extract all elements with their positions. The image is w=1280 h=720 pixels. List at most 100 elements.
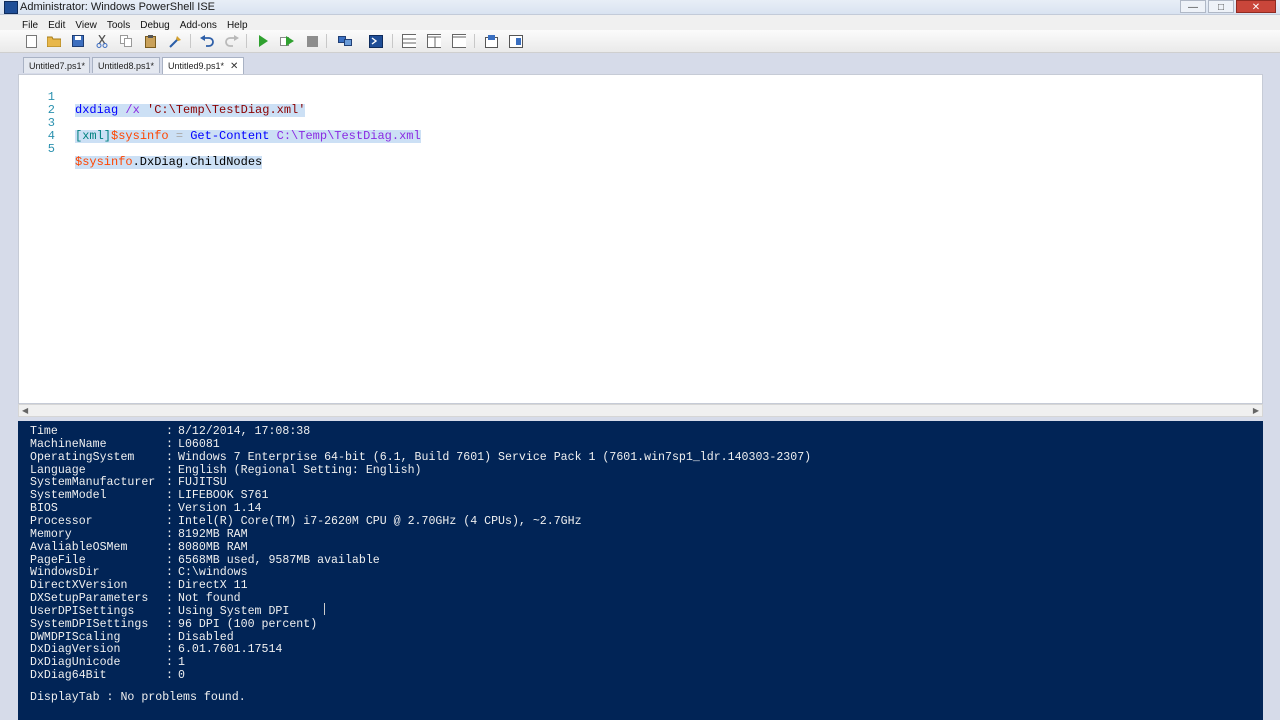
save-icon[interactable] (71, 34, 85, 48)
maximize-button[interactable]: □ (1208, 0, 1234, 13)
console-separator: : (166, 437, 173, 451)
console-key: OperatingSystem (30, 450, 135, 464)
console-output-row: PageFile:6568MB used, 9587MB available (30, 554, 380, 567)
console-key: Language (30, 463, 86, 477)
pane-top-icon[interactable] (402, 34, 416, 48)
code-text: dxdiag /x 'C:\Temp\TestDiag.xml' (75, 103, 306, 117)
console-value: Disabled (178, 630, 234, 644)
console-output-row: AvaliableOSMem:8080MB RAM (30, 541, 248, 554)
console-output-row: DxDiagVersion:6.01.7601.17514 (30, 643, 282, 656)
console-separator: : (166, 604, 173, 618)
code-text: $sysinfo.DxDiag.ChildNodes (75, 155, 263, 169)
console-key: BIOS (30, 502, 58, 516)
console-output-row: DxDiagUnicode:1 (30, 656, 185, 669)
code-token: C:\Temp\TestDiag.xml (269, 129, 421, 143)
tab-label: Untitled7.ps1* (29, 61, 86, 71)
code-token: /x (118, 103, 148, 117)
console-value: Using System DPI (178, 604, 290, 618)
tab-label: Untitled9.ps1* (168, 61, 225, 71)
console-value: 6.01.7601.17514 (178, 643, 283, 657)
code-line-2: 2 (19, 91, 55, 117)
console-separator: : (166, 669, 173, 683)
console-separator: : (166, 656, 173, 670)
console-key: DirectXVersion (30, 579, 128, 593)
console-output-row: DWMDPIScaling: Disabled (30, 631, 234, 644)
code-token: $sysinfo (111, 129, 169, 143)
console-output-row: BIOS: Version 1.14 (30, 502, 262, 515)
tab-untitled7[interactable]: Untitled7.ps1* (23, 57, 90, 73)
code-text: [xml]$sysinfo = Get-Content C:\Temp\Test… (75, 130, 421, 143)
console-separator: : (166, 617, 173, 631)
console-key: DxDiag64Bit (30, 669, 107, 683)
console-key: MachineName (30, 437, 107, 451)
script-editor[interactable]: 1 dxdiag /x 'C:\Temp\TestDiag.xml' 2 3 [… (18, 74, 1263, 404)
paste-icon[interactable] (144, 34, 158, 48)
undo-icon[interactable] (200, 34, 214, 48)
snippets-icon[interactable] (484, 34, 498, 48)
console-separator: : (166, 476, 173, 490)
console-value: 6568MB used, 9587MB available (178, 553, 380, 567)
code-line-4: 4 (19, 117, 55, 143)
code-token: [xml] (75, 129, 112, 143)
console-key: UserDPISettings (30, 604, 135, 618)
copy-icon[interactable] (119, 34, 133, 48)
minimize-button[interactable]: — (1180, 0, 1206, 13)
commands-icon[interactable] (509, 34, 523, 48)
console-value: 8080MB RAM (178, 540, 248, 554)
new-icon[interactable] (24, 34, 38, 48)
console-separator: : (166, 540, 173, 554)
console-value: C:\windows (178, 566, 248, 580)
title-bar: Administrator: Windows PowerShell ISE — … (0, 0, 1280, 15)
console-output-row: WindowsDir: C:\windows (30, 566, 248, 579)
cut-icon[interactable] (95, 34, 109, 48)
console-key: AvaliableOSMem (30, 540, 128, 554)
pane-max-icon[interactable] (452, 34, 466, 48)
console-separator: : (166, 489, 173, 503)
console-key: SystemDPISettings (30, 617, 149, 631)
close-button[interactable]: ✕ (1236, 0, 1276, 13)
scroll-left-icon[interactable]: ◀ (22, 405, 28, 417)
tab-close-icon[interactable]: ✕ (230, 61, 238, 72)
console-value: Intel(R) Core(TM) i7-2620M CPU @ 2.70GHz… (178, 514, 582, 528)
console-key: SystemManufacturer (30, 476, 156, 490)
console-value: Windows 7 Enterprise 64-bit (6.1, Build … (178, 450, 812, 464)
console-value: LIFEBOOK S761 (178, 489, 269, 503)
console-output-row: SystemDPISettings:96 DPI (100 percent) (30, 618, 317, 631)
console-key: PageFile (30, 553, 86, 567)
tab-untitled9[interactable]: Untitled9.ps1* ✕ (162, 57, 244, 74)
console-output-row: SystemManufacturer: FUJITSU (30, 476, 227, 489)
console-value: DirectX 11 (178, 579, 248, 593)
code-line-1: 1 dxdiag /x 'C:\Temp\TestDiag.xml' (19, 78, 306, 117)
console-separator: : (166, 450, 173, 464)
console-value: English (Regional Setting: English) (178, 463, 422, 477)
code-token: Get-Content (190, 129, 270, 143)
redo-icon[interactable] (225, 34, 239, 48)
mouse-cursor (324, 603, 329, 615)
console-output-row: Language: English (Regional Setting: Engl… (30, 464, 422, 477)
console-output-row: Processor: Intel(R) Core(TM) i7-2620M CPU… (30, 515, 582, 528)
code-line-3: 3 [xml]$sysinfo = Get-Content C:\Temp\Te… (19, 104, 421, 143)
console-separator: : (166, 425, 173, 438)
console-icon[interactable] (369, 34, 383, 48)
code-token: .DxDiag.ChildNodes (132, 155, 263, 169)
pane-right-icon[interactable] (427, 34, 441, 48)
tab-untitled8[interactable]: Untitled8.ps1* (92, 57, 160, 73)
stop-icon[interactable] (305, 34, 319, 48)
code-token: = (168, 129, 191, 143)
script-tabs: Untitled7.ps1* Untitled8.ps1* Untitled9.… (0, 53, 1280, 74)
run-selection-icon[interactable] (280, 34, 294, 48)
console-key: DxDiagUnicode (30, 656, 121, 670)
console-key: DxDiagVersion (30, 643, 121, 657)
console-separator: : (166, 592, 173, 606)
console-separator: : (166, 527, 173, 541)
clear-icon[interactable] (168, 34, 182, 48)
console-output-row: SystemModel: LIFEBOOK S761 (30, 489, 268, 502)
console-pane[interactable]: Time:8/12/2014, 17:08:38 MachineName: L060… (18, 421, 1263, 720)
remote-icon[interactable] (338, 34, 352, 48)
scroll-right-icon[interactable]: ▶ (1253, 405, 1259, 417)
console-key: Time (30, 425, 58, 438)
editor-horizontal-scrollbar[interactable]: ◀ ▶ (18, 404, 1263, 417)
console-separator: : (166, 502, 173, 516)
run-icon[interactable] (256, 34, 270, 48)
open-icon[interactable] (47, 34, 61, 48)
